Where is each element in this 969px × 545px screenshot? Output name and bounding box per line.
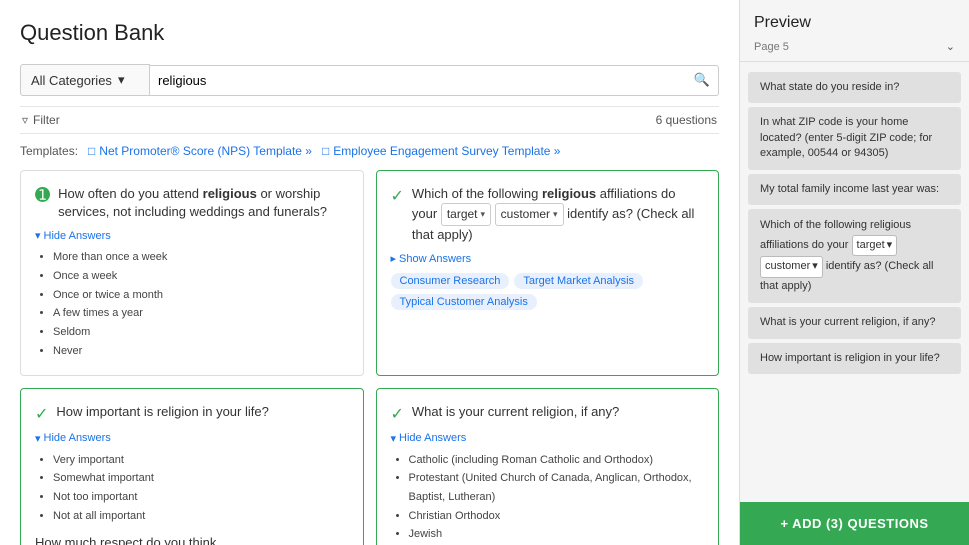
category-chevron-icon: ▾ xyxy=(118,72,125,88)
q3-toggle-label: Hide Answers xyxy=(44,432,111,444)
chevron-down-icon: ▾ xyxy=(812,258,818,276)
template-nps-link[interactable]: □ Net Promoter® Score (NPS) Template » xyxy=(88,144,312,158)
page-expand-icon[interactable]: ⌄ xyxy=(946,40,955,53)
q2-text: Which of the following religious affilia… xyxy=(412,185,704,244)
list-item: Once a week xyxy=(53,267,349,286)
q1-toggle-label: Hide Answers xyxy=(44,230,111,242)
q2-check-icon: ✓ xyxy=(391,186,404,206)
preview-item-4: Which of the following religious affilia… xyxy=(748,209,961,303)
list-item: Never xyxy=(53,342,349,361)
page-indicator: Page 5 ⌄ xyxy=(740,38,969,62)
tag-consumer-research: Consumer Research xyxy=(391,273,510,289)
q3-toggle-arrow: ▾ xyxy=(35,432,41,445)
template-nps-icon: □ xyxy=(88,144,95,158)
q3-toggle-answers[interactable]: ▾ Hide Answers xyxy=(35,432,349,445)
question-count: 6 questions xyxy=(656,113,717,127)
question-card-q1: ➊ How often do you attend religious or w… xyxy=(20,170,364,376)
question-card-q3: ✓ How important is religion in your life… xyxy=(20,388,364,545)
category-label: All Categories xyxy=(31,73,112,88)
search-input-wrap: 🔍 xyxy=(150,65,719,96)
q4-header: ✓ What is your current religion, if any? xyxy=(391,403,705,424)
search-icon: 🔍 xyxy=(694,72,710,88)
q3-partial: How much respect do you think xyxy=(35,535,349,545)
preview-title: Preview xyxy=(740,0,969,38)
q2-select2[interactable]: customer ▾ xyxy=(495,203,564,226)
add-questions-button[interactable]: + ADD (3) QUESTIONS xyxy=(740,502,969,545)
preview-item-4-select1[interactable]: target ▾ xyxy=(852,235,898,257)
list-item: Catholic (including Roman Catholic and O… xyxy=(409,451,705,470)
preview-item-4-select2[interactable]: customer ▾ xyxy=(760,256,823,278)
q1-add-icon[interactable]: ➊ xyxy=(35,185,50,206)
filter-left: ▿ Filter xyxy=(22,113,60,127)
preview-item-1-text: What state do you reside in? xyxy=(760,81,899,93)
filter-icon: ▿ xyxy=(22,113,28,127)
questions-grid: ➊ How often do you attend religious or w… xyxy=(20,170,719,545)
list-item: Once or twice a month xyxy=(53,286,349,305)
q4-text: What is your current religion, if any? xyxy=(412,403,619,421)
templates-row: Templates: □ Net Promoter® Score (NPS) T… xyxy=(20,144,719,158)
template-engagement-link[interactable]: □ Employee Engagement Survey Template » xyxy=(322,144,561,158)
list-item: Not too important xyxy=(53,488,349,507)
filter-bar: ▿ Filter 6 questions xyxy=(20,106,719,134)
list-item: More than once a week xyxy=(53,248,349,267)
preview-item-3: My total family income last year was: xyxy=(748,174,961,205)
q3-header: ✓ How important is religion in your life… xyxy=(35,403,349,424)
chevron-down-icon: ▾ xyxy=(887,237,893,255)
list-item: Very important xyxy=(53,451,349,470)
question-card-q2: ✓ Which of the following religious affil… xyxy=(376,170,720,376)
list-item: Christian Orthodox xyxy=(409,507,705,526)
search-bar: All Categories ▾ 🔍 xyxy=(20,64,719,96)
q4-check-icon: ✓ xyxy=(391,404,404,424)
q4-toggle-arrow: ▾ xyxy=(391,432,397,445)
q2-toggle-label: Show Answers xyxy=(399,253,471,265)
list-item: A few times a year xyxy=(53,304,349,323)
tag-target-market: Target Market Analysis xyxy=(514,273,643,289)
list-item: Not at all important xyxy=(53,507,349,526)
preview-item-2: In what ZIP code is your home located? (… xyxy=(748,107,961,169)
templates-label: Templates: xyxy=(20,144,78,158)
question-card-q4: ✓ What is your current religion, if any?… xyxy=(376,388,720,545)
q2-toggle-answers[interactable]: ▸ Show Answers xyxy=(391,252,705,265)
q4-toggle-label: Hide Answers xyxy=(399,432,466,444)
q1-answer-list: More than once a week Once a week Once o… xyxy=(35,248,349,360)
category-select[interactable]: All Categories ▾ xyxy=(20,64,150,96)
template-engagement-label: Employee Engagement Survey Template » xyxy=(333,144,560,158)
preview-item-6-text: How important is religion in your life? xyxy=(760,352,940,364)
preview-list: What state do you reside in? In what ZIP… xyxy=(740,62,969,502)
search-input[interactable] xyxy=(158,66,694,95)
list-item: Seldom xyxy=(53,323,349,342)
q1-text: How often do you attend religious or wor… xyxy=(58,185,348,221)
q4-toggle-answers[interactable]: ▾ Hide Answers xyxy=(391,432,705,445)
q2-toggle-arrow: ▸ xyxy=(391,252,397,265)
list-item: Jewish xyxy=(409,525,705,544)
main-panel: Question Bank All Categories ▾ 🔍 ▿ Filte… xyxy=(0,0,739,545)
tag-typical-customer: Typical Customer Analysis xyxy=(391,294,537,310)
q4-answer-list: Catholic (including Roman Catholic and O… xyxy=(391,451,705,545)
preview-item-1: What state do you reside in? xyxy=(748,72,961,103)
preview-item-3-text: My total family income last year was: xyxy=(760,183,939,195)
list-item: Protestant (United Church of Canada, Ang… xyxy=(409,469,705,506)
page-title: Question Bank xyxy=(20,20,719,46)
q3-answer-list: Very important Somewhat important Not to… xyxy=(35,451,349,526)
q3-check-icon: ✓ xyxy=(35,404,48,424)
template-engagement-icon: □ xyxy=(322,144,329,158)
page-number: Page 5 xyxy=(754,41,789,53)
template-nps-label: Net Promoter® Score (NPS) Template » xyxy=(99,144,312,158)
preview-item-2-text: In what ZIP code is your home located? (… xyxy=(760,116,932,159)
preview-panel: Preview Page 5 ⌄ What state do you resid… xyxy=(739,0,969,545)
q2-header: ✓ Which of the following religious affil… xyxy=(391,185,705,244)
q3-text: How important is religion in your life? xyxy=(56,403,268,421)
q1-toggle-answers[interactable]: ▾ Hide Answers xyxy=(35,229,349,242)
filter-label[interactable]: Filter xyxy=(33,113,60,127)
list-item: Somewhat important xyxy=(53,469,349,488)
q2-tags: Consumer Research Target Market Analysis… xyxy=(391,273,705,310)
preview-item-5: What is your current religion, if any? xyxy=(748,307,961,338)
preview-item-5-text: What is your current religion, if any? xyxy=(760,316,935,328)
preview-item-6: How important is religion in your life? xyxy=(748,343,961,374)
q1-toggle-arrow: ▾ xyxy=(35,229,41,242)
q1-header: ➊ How often do you attend religious or w… xyxy=(35,185,349,221)
q2-select1[interactable]: target ▾ xyxy=(441,203,491,226)
